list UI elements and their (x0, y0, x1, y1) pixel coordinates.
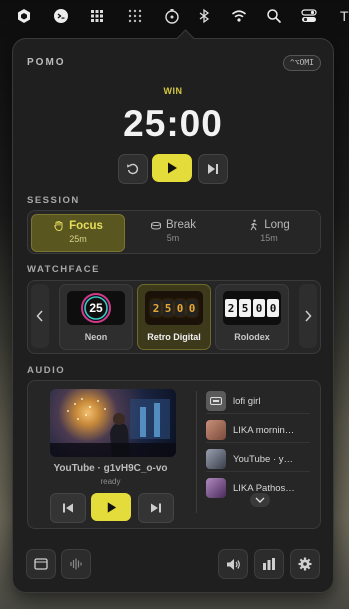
retro-digit: 2 (151, 300, 161, 316)
session-break-label: Break (165, 219, 197, 231)
window-icon (34, 558, 48, 570)
gear-icon (298, 557, 312, 571)
playlist-item-title: lofi girl (233, 395, 261, 407)
waveform-button[interactable] (61, 549, 91, 579)
rolodex-digit: 0 (253, 299, 265, 317)
rolodex-digit: 5 (239, 299, 251, 317)
retro-digit: 0 (175, 300, 185, 316)
playlist-thumb (206, 449, 226, 469)
session-break-duration: 5m (166, 233, 180, 243)
skip-icon (208, 164, 218, 174)
audio-previous-button[interactable] (50, 493, 86, 523)
playlist-item[interactable]: lofi girl (206, 389, 310, 414)
audio-divider (196, 391, 197, 513)
search-icon[interactable] (265, 7, 283, 25)
watchface-rolodex-label: Rolodex (234, 332, 270, 342)
play-icon (168, 162, 177, 174)
hexagon-app-icon[interactable] (15, 7, 33, 25)
watchface-heading: WATCHFACE (27, 264, 100, 275)
session-long-label: Long (264, 219, 290, 231)
playlist-thumb-icon (206, 391, 226, 411)
session-focus[interactable]: Focus 25m (31, 214, 125, 252)
watchface-next-button[interactable] (299, 284, 317, 348)
playlist-item-title: YouTube · y… (233, 453, 294, 465)
previous-icon (63, 503, 73, 513)
timer-display: 25:00 (123, 103, 223, 144)
chevron-right-icon (305, 310, 312, 322)
rolodex-digit: 2 (225, 299, 237, 317)
rolodex-digit: 0 (267, 299, 279, 317)
retro-digital-preview: 2 5 0 0 (145, 291, 203, 325)
bluetooth-icon[interactable] (195, 7, 213, 25)
audio-play-button[interactable] (91, 493, 131, 521)
dots-grid-icon[interactable] (126, 7, 144, 25)
skip-button[interactable] (198, 154, 228, 184)
video-title: YouTube · g1vH9C_o-vo (53, 463, 168, 474)
session-long-duration: 15m (260, 233, 278, 243)
coffee-icon (150, 221, 161, 230)
watchface-retro-digital-label: Retro Digital (147, 332, 201, 342)
neon-preview-text: 25 (89, 301, 103, 315)
playlist-item-title: LIKA Pathos… (233, 482, 295, 494)
timer-status: WIN (163, 86, 183, 96)
wifi-icon[interactable] (230, 7, 248, 25)
watchface-neon[interactable]: 25 Neon (59, 284, 133, 350)
grid-app-icon[interactable] (88, 7, 106, 25)
video-thumbnail[interactable] (50, 389, 176, 457)
window-button[interactable] (26, 549, 56, 579)
playlist-thumb (206, 420, 226, 440)
neon-preview: 25 (67, 291, 125, 325)
control-center-icon[interactable] (300, 7, 318, 25)
playlist-item[interactable]: LIKA mornin… (206, 418, 310, 443)
playlist-thumb (206, 478, 226, 498)
menubar-trailing-text: T (340, 8, 349, 24)
pomo-timer-icon[interactable] (163, 7, 181, 25)
play-button[interactable] (152, 154, 192, 182)
app-name: POMO (27, 57, 66, 68)
reset-icon (127, 163, 139, 175)
pomo-popover: POMO ^⌥OMI WIN 25:00 SESSION Focus 25m B… (12, 29, 334, 593)
shortcut-badge[interactable]: ^⌥OMI (282, 55, 321, 71)
playlist-item-title: LIKA mornin… (233, 424, 295, 436)
watchface-prev-button[interactable] (31, 284, 49, 348)
next-icon (151, 503, 161, 513)
stats-button[interactable] (254, 549, 284, 579)
audio-heading: AUDIO (27, 365, 66, 376)
audio-panel: YouTube · g1vH9C_o-vo ready lofi girl LI… (27, 380, 321, 529)
play-icon (107, 501, 116, 513)
watchface-rolodex[interactable]: 2 5 0 0 Rolodex (215, 284, 289, 350)
rolodex-preview: 2 5 0 0 (223, 291, 281, 325)
settings-button[interactable] (290, 549, 320, 579)
chevron-down-icon (255, 497, 265, 503)
terminal-app-icon[interactable] (52, 7, 70, 25)
session-heading: SESSION (27, 195, 80, 206)
volume-icon (226, 558, 240, 570)
session-long[interactable]: Long 15m (223, 214, 315, 250)
waveform-icon (70, 558, 82, 570)
session-selector: Focus 25m Break 5m Long 15m (27, 210, 321, 254)
reset-button[interactable] (118, 154, 148, 184)
session-focus-duration: 25m (69, 234, 87, 244)
audio-next-button[interactable] (138, 493, 174, 523)
retro-digit: 0 (187, 300, 197, 316)
bar-chart-icon (263, 558, 275, 570)
session-focus-label: Focus (69, 220, 103, 232)
audio-status: ready (100, 477, 121, 486)
volume-button[interactable] (218, 549, 248, 579)
watchface-neon-label: Neon (84, 332, 108, 342)
playlist-expand-button[interactable] (250, 493, 270, 507)
watchface-carousel: 25 Neon 2 5 0 0 Retro Digital 2 5 0 0 Ro… (27, 280, 321, 354)
chevron-left-icon (36, 310, 43, 322)
menu-bar: T (0, 0, 349, 32)
hand-icon (54, 220, 63, 232)
playlist-item[interactable]: YouTube · y… (206, 447, 310, 472)
popover-caret (176, 29, 195, 48)
watchface-retro-digital[interactable]: 2 5 0 0 Retro Digital (137, 284, 211, 350)
walking-icon (250, 219, 257, 231)
retro-digit: 5 (163, 300, 173, 316)
session-break[interactable]: Break 5m (127, 214, 219, 250)
